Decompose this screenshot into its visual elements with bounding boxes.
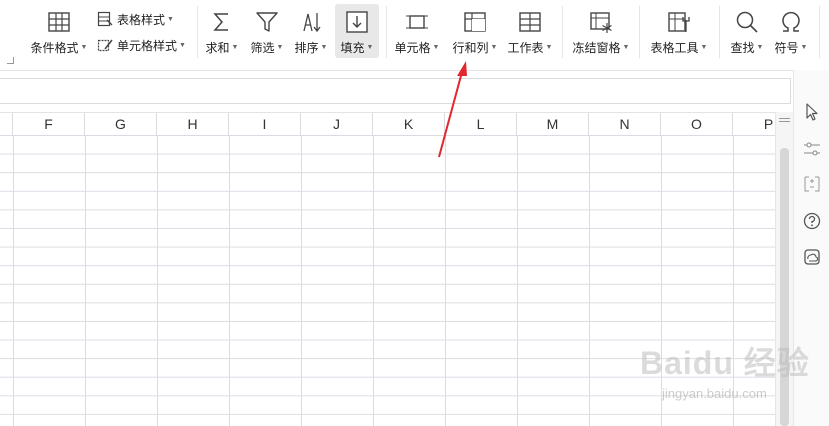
row-col-label: 行和列	[452, 41, 489, 55]
find-button[interactable]: 查找 ▼	[727, 0, 767, 66]
cell-style-icon	[97, 39, 113, 52]
right-sidebar	[793, 70, 829, 426]
chevron-down-icon: ▼	[366, 44, 374, 51]
chevron-down-icon: ▼	[622, 44, 630, 51]
symbol-label: 符号	[774, 41, 799, 55]
table-icon	[46, 9, 72, 35]
ribbon-separator	[819, 6, 820, 58]
column-header-f[interactable]: F	[13, 113, 85, 135]
column-header-m[interactable]: M	[517, 113, 589, 135]
sum-label: 求和	[205, 41, 230, 55]
settings-sliders-icon[interactable]	[802, 139, 822, 159]
scrollbar-thumb[interactable]	[780, 148, 789, 426]
fill-label: 填充	[340, 41, 365, 55]
ribbon-separator	[639, 6, 640, 58]
chevron-down-icon: ▼	[800, 44, 808, 51]
chevron-down-icon: ▼	[490, 44, 498, 51]
spreadsheet-grid[interactable]	[0, 135, 775, 426]
column-header-g[interactable]: G	[85, 113, 157, 135]
fill-down-icon	[344, 9, 370, 35]
search-icon	[734, 9, 760, 35]
table-tools-icon	[666, 9, 692, 35]
filter-icon	[254, 9, 280, 35]
filter-button[interactable]: 筛选 ▼	[248, 0, 286, 66]
ribbon-separator	[562, 6, 563, 58]
chevron-down-icon: ▼	[231, 44, 239, 51]
table-style-button[interactable]: 表格样式 ▼	[97, 9, 174, 29]
fill-button[interactable]: 填充 ▼	[335, 4, 379, 58]
cell-icon	[404, 9, 430, 35]
chevron-down-icon: ▼	[167, 15, 174, 23]
freeze-label: 冻结窗格	[572, 41, 621, 55]
column-header-i[interactable]: I	[229, 113, 301, 135]
column-header-j[interactable]: J	[301, 113, 373, 135]
table-style-icon	[97, 11, 113, 27]
conditional-format-label: 条件格式	[30, 41, 79, 55]
cell-style-label: 单元格样式	[117, 38, 178, 53]
transfer-icon[interactable]	[802, 174, 822, 194]
conditional-format-button[interactable]: 条件格式 ▼	[28, 0, 90, 66]
freeze-icon	[588, 9, 614, 35]
table-tools-button[interactable]: 表格工具 ▼	[648, 0, 710, 66]
column-header-o[interactable]: O	[661, 113, 733, 135]
worksheet-button[interactable]: 工作表 ▼	[505, 0, 555, 66]
column-header-n[interactable]: N	[589, 113, 661, 135]
chevron-down-icon: ▼	[756, 44, 764, 51]
row-col-button[interactable]: 行和列 ▼	[449, 0, 501, 66]
ribbon-group-launcher[interactable]	[7, 57, 14, 64]
ribbon-separator	[386, 6, 387, 58]
filter-label: 筛选	[250, 41, 275, 55]
worksheet-icon	[517, 9, 543, 35]
chevron-down-icon: ▼	[432, 44, 440, 51]
chevron-down-icon: ▼	[80, 44, 88, 51]
column-header-row: FGHIJKLMNOP	[0, 112, 805, 136]
sort-label: 排序	[294, 41, 319, 55]
table-tools-label: 表格工具	[650, 41, 699, 55]
ribbon-separator	[719, 6, 720, 58]
column-header-l[interactable]: L	[445, 113, 517, 135]
freeze-panes-button[interactable]: 冻结窗格 ▼	[570, 0, 632, 66]
cell-style-button[interactable]: 单元格样式 ▼	[97, 35, 186, 55]
chevron-down-icon: ▼	[276, 44, 284, 51]
chevron-down-icon: ▼	[179, 41, 186, 49]
help-icon[interactable]	[802, 211, 822, 231]
chevron-down-icon: ▼	[320, 44, 328, 51]
formula-bar-input[interactable]	[0, 78, 791, 104]
backup-icon[interactable]	[802, 247, 822, 267]
cell-button[interactable]: 单元格 ▼	[393, 0, 441, 66]
ribbon-separator	[197, 6, 198, 58]
chevron-down-icon: ▼	[700, 44, 708, 51]
row-col-icon	[462, 9, 488, 35]
ribbon-toolbar: 条件格式 ▼ 表格样式 ▼ 单元格样式 ▼ 求和 ▼ 筛选 ▼ 排序 ▼ 填充 ▼	[0, 0, 829, 71]
sort-icon	[298, 9, 324, 35]
chevron-down-icon: ▼	[545, 44, 553, 51]
sigma-icon	[209, 9, 235, 35]
split-handle[interactable]	[779, 118, 790, 124]
table-style-label: 表格样式	[117, 12, 166, 27]
column-header-k[interactable]: K	[373, 113, 445, 135]
sort-button[interactable]: 排序 ▼	[292, 0, 330, 66]
sum-button[interactable]: 求和 ▼	[203, 0, 241, 66]
cell-label: 单元格	[394, 41, 431, 55]
cursor-icon[interactable]	[802, 102, 822, 122]
vertical-scrollbar[interactable]	[775, 112, 793, 426]
column-header-partial[interactable]	[0, 113, 13, 135]
find-label: 查找	[730, 41, 755, 55]
symbol-button[interactable]: 符号 ▼	[771, 0, 811, 66]
worksheet-label: 工作表	[507, 41, 544, 55]
column-header-h[interactable]: H	[157, 113, 229, 135]
omega-icon	[778, 9, 804, 35]
